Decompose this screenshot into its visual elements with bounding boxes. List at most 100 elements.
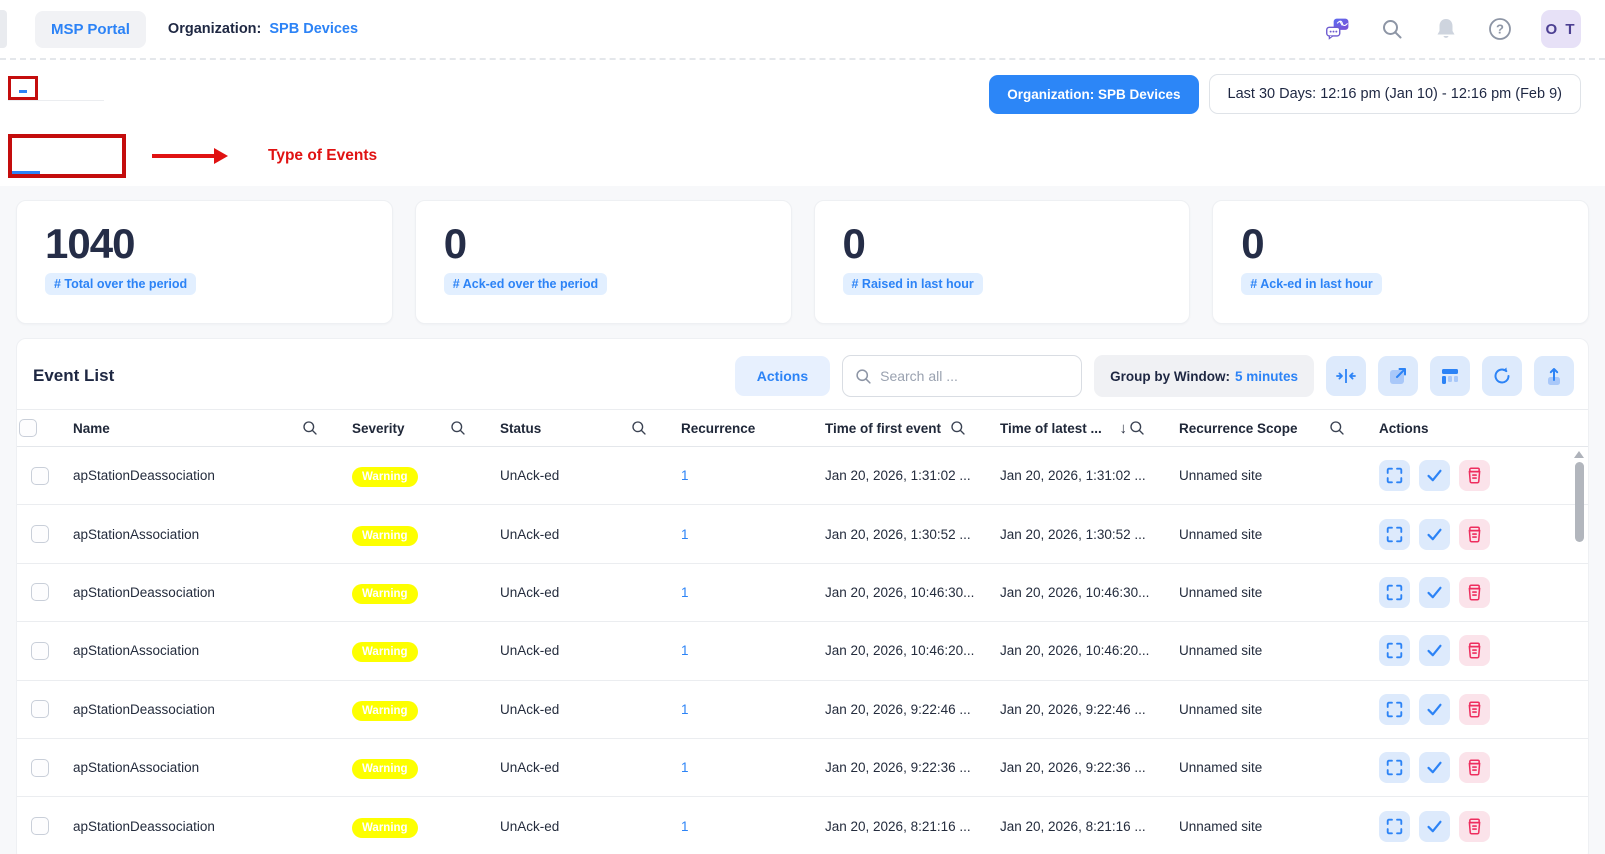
- expand-icon[interactable]: [1379, 811, 1410, 842]
- row-checkbox[interactable]: [31, 759, 49, 777]
- stat-label-badge: # Total over the period: [45, 273, 196, 295]
- main-tab[interactable]: [76, 74, 104, 100]
- search-icon[interactable]: [1379, 16, 1405, 42]
- recurrence-link[interactable]: 1: [681, 760, 689, 775]
- table-row: apStationAssociation Warning UnAck-ed 1 …: [17, 739, 1588, 797]
- expand-icon[interactable]: [1379, 694, 1410, 725]
- acknowledge-check-icon[interactable]: [1419, 752, 1450, 783]
- stat-card: 1040 # Total over the period: [16, 200, 393, 324]
- main-tab[interactable]: [8, 76, 38, 100]
- column-header[interactable]: Severity: [352, 420, 500, 436]
- table-row: apStationDeassociation Warning UnAck-ed …: [17, 447, 1588, 505]
- delete-trash-icon[interactable]: [1459, 752, 1490, 783]
- recurrence-link[interactable]: 1: [681, 585, 689, 600]
- search-icon: [855, 368, 872, 385]
- row-checkbox[interactable]: [31, 467, 49, 485]
- collapse-columns-icon[interactable]: [1326, 356, 1366, 396]
- expand-icon[interactable]: [1379, 519, 1410, 550]
- delete-trash-icon[interactable]: [1459, 694, 1490, 725]
- expand-icon[interactable]: [1379, 460, 1410, 491]
- recurrence-link[interactable]: 1: [681, 702, 689, 717]
- delete-trash-icon[interactable]: [1459, 811, 1490, 842]
- select-all-checkbox[interactable]: [19, 419, 37, 437]
- column-header[interactable]: Actions: [1379, 421, 1588, 436]
- scrollbar-up-arrow[interactable]: [1574, 451, 1584, 458]
- column-header[interactable]: Name: [73, 420, 352, 436]
- event-type-tab[interactable]: [12, 154, 40, 174]
- column-search-icon[interactable]: [950, 420, 966, 436]
- recurrence-link[interactable]: 1: [681, 643, 689, 658]
- column-search-icon[interactable]: [450, 420, 466, 436]
- acknowledge-check-icon[interactable]: [1419, 811, 1450, 842]
- column-header[interactable]: Time of latest ... ↓: [1000, 420, 1179, 437]
- latest-event-time-cell: Jan 20, 2026, 9:22:36 ...: [1000, 760, 1179, 775]
- columns-settings-icon[interactable]: [1430, 356, 1470, 396]
- sidebar-edge-handle[interactable]: [0, 10, 7, 48]
- event-list-toolbar: Event List Actions Group by Window: 5 mi…: [17, 339, 1588, 409]
- acknowledge-check-icon[interactable]: [1419, 460, 1450, 491]
- group-by-label: Group by Window:: [1110, 369, 1230, 384]
- organization-name-link[interactable]: SPB Devices: [269, 21, 358, 37]
- delete-trash-icon[interactable]: [1459, 460, 1490, 491]
- row-checkbox[interactable]: [31, 525, 49, 543]
- row-checkbox[interactable]: [31, 817, 49, 835]
- acknowledge-check-icon[interactable]: [1419, 635, 1450, 666]
- search-all-input[interactable]: [880, 368, 1069, 384]
- notifications-bell-icon[interactable]: [1433, 16, 1459, 42]
- recurrence-scope-cell: Unnamed site: [1179, 819, 1379, 834]
- column-header-label: Name: [73, 421, 110, 436]
- latest-event-time-cell: Jan 20, 2026, 1:31:02 ...: [1000, 468, 1179, 483]
- latest-event-time-cell: Jan 20, 2026, 8:21:16 ...: [1000, 819, 1179, 834]
- recurrence-link[interactable]: 1: [681, 527, 689, 542]
- ai-chat-icon[interactable]: [1325, 16, 1351, 42]
- recurrence-scope-cell: Unnamed site: [1179, 527, 1379, 542]
- vertical-scrollbar[interactable]: [1574, 449, 1584, 854]
- column-header[interactable]: Status: [500, 420, 681, 436]
- delete-trash-icon[interactable]: [1459, 577, 1490, 608]
- user-avatar[interactable]: O T: [1541, 10, 1581, 48]
- scrollbar-thumb[interactable]: [1575, 462, 1584, 542]
- column-header[interactable]: Recurrence Scope: [1179, 420, 1379, 436]
- row-checkbox[interactable]: [31, 700, 49, 718]
- column-header[interactable]: Recurrence: [681, 421, 825, 436]
- event-type-tab[interactable]: [40, 154, 68, 174]
- status-cell: UnAck-ed: [500, 819, 681, 834]
- main-tab-list: [8, 74, 104, 101]
- column-search-icon[interactable]: [631, 420, 647, 436]
- column-search-icon[interactable]: [1129, 420, 1145, 436]
- main-tab[interactable]: [48, 74, 76, 100]
- stat-cards: 1040 # Total over the period 0 # Ack-ed …: [16, 200, 1589, 324]
- expand-icon[interactable]: [1379, 635, 1410, 666]
- column-search-icon[interactable]: [1329, 420, 1345, 436]
- column-search-icon[interactable]: [302, 420, 318, 436]
- open-external-icon[interactable]: [1378, 356, 1418, 396]
- search-all-box[interactable]: [842, 355, 1082, 397]
- row-checkbox[interactable]: [31, 583, 49, 601]
- row-checkbox[interactable]: [31, 642, 49, 660]
- date-range-picker[interactable]: Last 30 Days: 12:16 pm (Jan 10) - 12:16 …: [1209, 74, 1581, 114]
- recurrence-link[interactable]: 1: [681, 819, 689, 834]
- annotation-arrow: [152, 148, 228, 164]
- status-cell: UnAck-ed: [500, 585, 681, 600]
- export-icon[interactable]: [1534, 356, 1574, 396]
- expand-icon[interactable]: [1379, 577, 1410, 608]
- column-header[interactable]: Time of first event: [825, 420, 1000, 436]
- group-by-window-button[interactable]: Group by Window: 5 minutes: [1094, 355, 1314, 397]
- event-type-tab[interactable]: [68, 154, 96, 174]
- help-icon[interactable]: ?: [1487, 16, 1513, 42]
- expand-icon[interactable]: [1379, 752, 1410, 783]
- refresh-icon[interactable]: [1482, 356, 1522, 396]
- recurrence-link[interactable]: 1: [681, 468, 689, 483]
- msp-portal-button[interactable]: MSP Portal: [35, 11, 146, 48]
- organization-filter-button[interactable]: Organization: SPB Devices: [989, 75, 1198, 114]
- column-header-label: Status: [500, 421, 541, 436]
- acknowledge-check-icon[interactable]: [1419, 577, 1450, 608]
- recurrence-scope-cell: Unnamed site: [1179, 585, 1379, 600]
- acknowledge-check-icon[interactable]: [1419, 694, 1450, 725]
- column-header-label: Recurrence Scope: [1179, 421, 1298, 436]
- delete-trash-icon[interactable]: [1459, 519, 1490, 550]
- actions-button[interactable]: Actions: [735, 356, 830, 396]
- delete-trash-icon[interactable]: [1459, 635, 1490, 666]
- acknowledge-check-icon[interactable]: [1419, 519, 1450, 550]
- sort-desc-icon[interactable]: ↓: [1120, 420, 1128, 437]
